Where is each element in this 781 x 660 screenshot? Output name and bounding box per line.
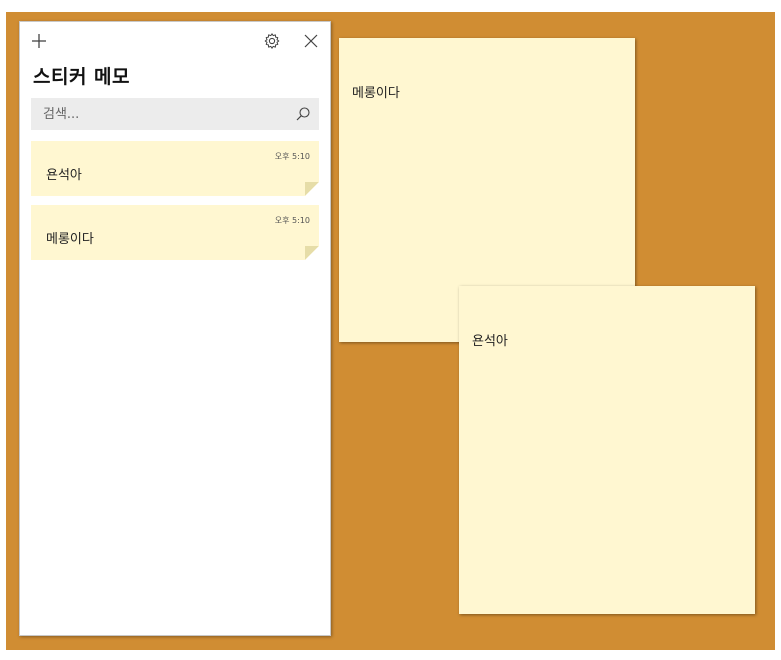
search-icon[interactable] — [295, 106, 311, 122]
note-list-item[interactable]: 오후 5:10 메롱이다 — [31, 205, 319, 260]
note-list-item[interactable]: 오후 5:10 욘석아 — [31, 141, 319, 196]
panel-header — [20, 22, 330, 58]
page-title: 스티커 메모 — [33, 66, 131, 88]
note-timestamp: 오후 5:10 — [274, 152, 310, 161]
close-button[interactable] — [300, 30, 322, 52]
folded-corner-cutout — [305, 182, 319, 196]
settings-button[interactable] — [261, 30, 283, 52]
note-preview-text: 메롱이다 — [46, 232, 94, 247]
note-timestamp: 오후 5:10 — [274, 216, 310, 225]
folded-corner-cutout — [305, 246, 319, 260]
plus-icon — [32, 34, 46, 48]
sticky-note-text[interactable]: 욘석아 — [472, 330, 508, 349]
notes-list-panel: 스티커 메모 오후 5:10 욘석아 오후 5:10 메롱이다 — [19, 21, 331, 636]
search-input[interactable] — [43, 106, 283, 122]
add-note-button[interactable] — [28, 30, 50, 52]
search-box[interactable] — [31, 98, 319, 130]
sticky-note-text[interactable]: 메롱이다 — [352, 82, 400, 101]
close-icon — [304, 34, 318, 48]
sticky-note-window[interactable]: 욘석아 — [459, 286, 755, 614]
gear-icon — [264, 33, 280, 49]
note-preview-text: 욘석아 — [46, 168, 82, 183]
